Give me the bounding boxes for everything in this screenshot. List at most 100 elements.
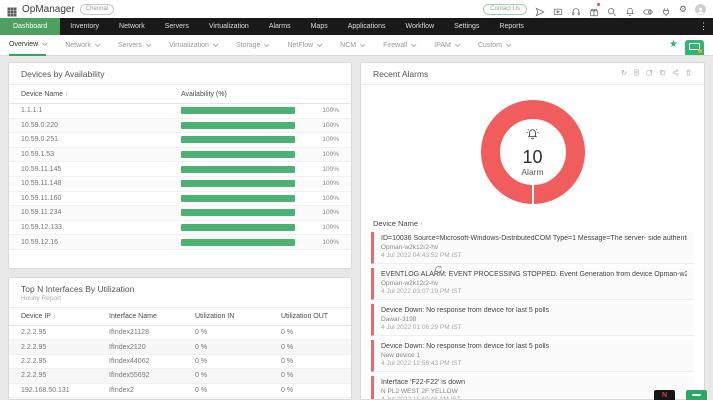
availability-row[interactable]: 10.59.0.251 100% bbox=[9, 133, 351, 148]
search-icon[interactable] bbox=[607, 4, 617, 17]
nav-tab-maps[interactable]: Maps bbox=[301, 18, 338, 35]
device-ip: 2.2.2.95 bbox=[21, 357, 47, 365]
subnav-storage[interactable]: Storage bbox=[236, 35, 271, 56]
alarm-donut-chart[interactable]: 10 Alarm bbox=[480, 100, 585, 204]
column-utilization-out[interactable]: Utilization OUT bbox=[281, 313, 339, 320]
alarm-list-header[interactable]: Device Name ↑ bbox=[373, 219, 692, 228]
availability-row[interactable]: 10.59.0.220 100% bbox=[9, 118, 351, 134]
whats-new-gift-icon[interactable] bbox=[589, 3, 600, 17]
column-device-name[interactable]: Device Name ↑ bbox=[21, 91, 181, 98]
availability-table-body: 1.1.1.1 100% 10.59.0.220 100% 10.59.0.25… bbox=[9, 104, 351, 250]
support-headset-icon[interactable] bbox=[571, 4, 581, 16]
nav-tab-applications[interactable]: Applications bbox=[338, 18, 396, 35]
column-utilization-in[interactable]: Utilization IN bbox=[195, 313, 281, 320]
interface-row[interactable]: 2.2.2.95 IfIndex44062 0 % 0 % bbox=[9, 355, 351, 370]
alarm-device-name: N PL2 WEST 2F YELLOW bbox=[381, 387, 458, 395]
chevron-down-icon bbox=[360, 41, 366, 48]
delete-icon[interactable] bbox=[685, 69, 692, 79]
refresh-icon[interactable]: ↻ bbox=[621, 70, 627, 78]
subnav-netflow[interactable]: NetFlow bbox=[287, 35, 323, 56]
gear-icon[interactable]: ⚙ bbox=[679, 4, 687, 14]
alarm-item[interactable]: Device Down: No response from device for… bbox=[371, 340, 694, 372]
availability-value: 100% bbox=[322, 165, 339, 173]
floating-chat-button[interactable] bbox=[686, 390, 707, 400]
badge-logo: N bbox=[661, 391, 668, 399]
alarm-count-label: Alarm bbox=[521, 167, 544, 177]
user-avatar[interactable] bbox=[695, 3, 706, 15]
launch-rocket-icon[interactable] bbox=[535, 4, 545, 17]
interfaces-panel-title: Top N Interfaces By Utilization bbox=[21, 284, 135, 294]
subnav-firewall[interactable]: Firewall bbox=[383, 35, 417, 56]
availability-bar bbox=[181, 180, 295, 188]
interface-row[interactable]: 2.2.2.95 IfIndex21128 0 % 0 % bbox=[9, 326, 351, 341]
interface-name: IfIndex44062 bbox=[109, 357, 150, 365]
availability-bar-track bbox=[181, 209, 295, 217]
nav-tab-alarms[interactable]: Alarms bbox=[259, 18, 301, 35]
nav-tab-virtualization[interactable]: Virtualization bbox=[199, 18, 259, 35]
sort-arrow-icon: ↑ bbox=[64, 91, 68, 98]
location-badge[interactable]: Chennai bbox=[79, 3, 115, 15]
availability-row[interactable]: 10.59.12.133 100% bbox=[9, 221, 351, 236]
availability-bar-track bbox=[181, 165, 295, 173]
interface-row[interactable]: 2.2.2.95 IfIndex2120 0 % 0 % bbox=[9, 340, 351, 355]
column-interface-name[interactable]: Interface Name bbox=[109, 313, 195, 320]
interface-row[interactable]: 2.2.2.95 IfIndex55692 0 % 0 % bbox=[9, 369, 351, 384]
interfaces-panel-header: Top N Interfaces By Utilization Hourly R… bbox=[9, 278, 351, 308]
chevron-down-icon bbox=[454, 41, 461, 48]
video-tour-icon[interactable] bbox=[553, 4, 563, 15]
chevron-down-icon bbox=[94, 41, 101, 48]
nav-tab-workflow[interactable]: Workflow bbox=[395, 18, 444, 35]
nav-tab-reports[interactable]: Reports bbox=[489, 18, 534, 35]
subnav-servers[interactable]: Servers bbox=[118, 35, 152, 56]
floating-badge-dark[interactable]: N bbox=[654, 390, 675, 400]
contact-us-button[interactable]: Contact Us bbox=[483, 3, 527, 15]
edit-icon[interactable] bbox=[646, 69, 653, 79]
interfaces-table-header: Device IP ↑ Interface Name Utilization I… bbox=[9, 308, 351, 326]
subnav-virtualization[interactable]: Virtualization bbox=[169, 35, 219, 56]
availability-row[interactable]: 10.59.1.53 100% bbox=[9, 147, 351, 163]
utilization-in: 0 % bbox=[195, 372, 208, 380]
subnav-network[interactable]: Network bbox=[65, 35, 101, 56]
copy-icon[interactable] bbox=[659, 69, 666, 79]
subnav-overview[interactable]: Overview bbox=[9, 35, 48, 56]
availability-panel-header: Devices by Availability bbox=[9, 63, 351, 85]
alarm-timestamp: 4 Jul 2022 03:07:19 PM IST bbox=[381, 288, 462, 295]
alarm-item[interactable]: Interface 'F22-F22' is down N PL2 WEST 2… bbox=[371, 376, 694, 400]
sort-arrow-icon: ↑ bbox=[420, 222, 424, 228]
nav-tab-inventory[interactable]: Inventory bbox=[60, 18, 109, 35]
theme-toggle-icon[interactable] bbox=[643, 4, 653, 15]
availability-row[interactable]: 10.59.11.148 100% bbox=[9, 176, 351, 192]
nav-overflow-menu-icon[interactable]: ⋮ bbox=[694, 18, 713, 35]
interface-row[interactable]: 192.168.50.131 IfIndex2 0 % 0 % bbox=[9, 384, 351, 398]
column-availability[interactable]: Availability (%) bbox=[181, 91, 303, 98]
alarms-panel-header: Recent Alarms ↻ bbox=[361, 63, 704, 85]
export-icon[interactable] bbox=[633, 69, 640, 79]
column-device-ip[interactable]: Device IP ↑ bbox=[21, 313, 109, 320]
interfaces-panel-subtitle: Hourly Report bbox=[21, 295, 62, 302]
bell-icon[interactable] bbox=[625, 4, 635, 17]
nav-tab-settings[interactable]: Settings bbox=[444, 18, 489, 35]
nav-tab-network[interactable]: Network bbox=[109, 18, 155, 35]
nav-tab-servers[interactable]: Servers bbox=[155, 18, 199, 35]
availability-row[interactable]: 10.59.11.145 100% bbox=[9, 162, 351, 177]
new-dashboard-button[interactable] bbox=[685, 39, 704, 55]
availability-row[interactable]: 10.59.11.234 100% bbox=[9, 206, 351, 221]
alarm-item[interactable]: ID=10036 Source=Microsoft-Windows-Distri… bbox=[371, 232, 694, 264]
availability-bar bbox=[181, 224, 295, 232]
apps-grid-icon[interactable] bbox=[7, 4, 17, 17]
availability-row[interactable]: 10.59.12.16 100% bbox=[9, 235, 351, 250]
alarm-message: Interface 'F22-F22' is down bbox=[381, 379, 465, 386]
availability-row[interactable]: 1.1.1.1 100% bbox=[9, 104, 351, 119]
availability-row[interactable]: 10.59.11.160 100% bbox=[9, 192, 351, 207]
alarm-item[interactable]: Device Down: No response from device for… bbox=[371, 304, 694, 336]
favorite-star-icon[interactable]: ★ bbox=[669, 40, 678, 50]
nav-tab-dashboard[interactable]: Dashboard bbox=[0, 18, 61, 35]
donut-center: 10 Alarm bbox=[500, 119, 566, 185]
plugin-icon[interactable] bbox=[661, 4, 671, 17]
alarm-item[interactable]: EVENTLOG ALARM: EVENT PROCESSING STOPPED… bbox=[371, 268, 694, 300]
subnav-ipam[interactable]: IPAM bbox=[434, 35, 461, 56]
subnav-custom[interactable]: Custom bbox=[478, 35, 512, 56]
share-icon[interactable] bbox=[672, 69, 679, 79]
subnav-ncm[interactable]: NCM bbox=[340, 35, 366, 56]
alarm-timestamp: 4 Jul 2022 11:40:48 AM IST bbox=[381, 396, 461, 400]
